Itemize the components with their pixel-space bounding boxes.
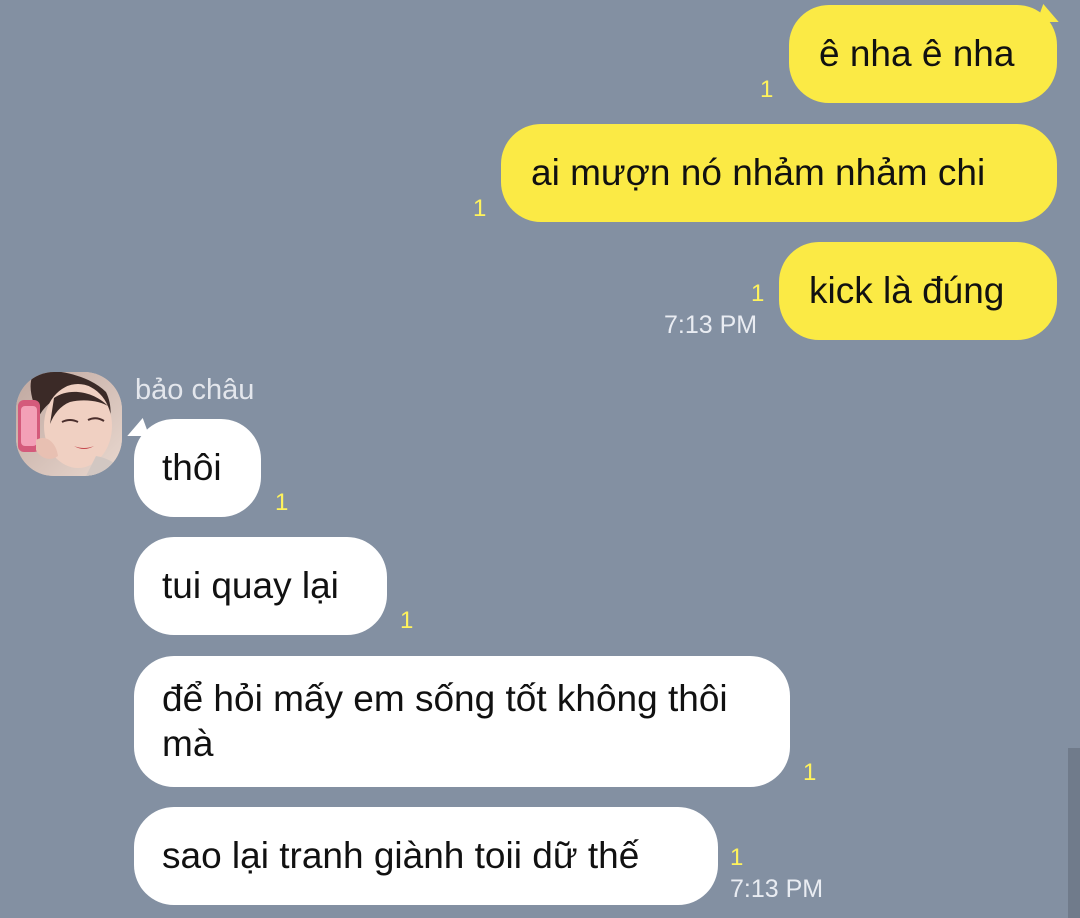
outgoing-message-1[interactable]: ê nha ê nha [789,5,1057,103]
read-count: 1 [275,489,289,516]
incoming-message-1[interactable]: thôi [134,419,261,517]
read-count: 1 [803,759,817,786]
outgoing-message-3[interactable]: kick là đúng [779,242,1057,340]
message-text: sao lại tranh giành toii dữ thế [162,835,640,877]
message-text: thôi [162,447,222,489]
message-text: tui quay lại [162,565,339,607]
avatar[interactable] [16,372,122,476]
message-text: ê nha ê nha [819,33,1015,75]
sender-name: bảo châu [135,374,255,406]
read-count: 1 [473,195,487,222]
incoming-message-3[interactable]: để hỏi mấy em sống tốt không thôi mà [134,656,790,787]
incoming-message-2[interactable]: tui quay lại [134,537,387,635]
message-timestamp: 7:13 PM [730,875,824,903]
message-text: ai mượn nó nhảm nhảm chi [531,152,986,194]
outgoing-message-2[interactable]: ai mượn nó nhảm nhảm chi [501,124,1057,222]
read-count: 1 [751,280,765,307]
scrollbar[interactable] [1068,748,1080,918]
message-text: kick là đúng [809,270,1005,312]
read-count: 1 [730,844,744,871]
profile-photo-icon [16,372,122,476]
read-count: 1 [760,76,774,103]
read-count: 1 [400,607,414,634]
message-text: để hỏi mấy em sống tốt không thôi mà [162,678,728,765]
incoming-message-4[interactable]: sao lại tranh giành toii dữ thế [134,807,718,905]
message-timestamp: 7:13 PM [664,311,758,339]
